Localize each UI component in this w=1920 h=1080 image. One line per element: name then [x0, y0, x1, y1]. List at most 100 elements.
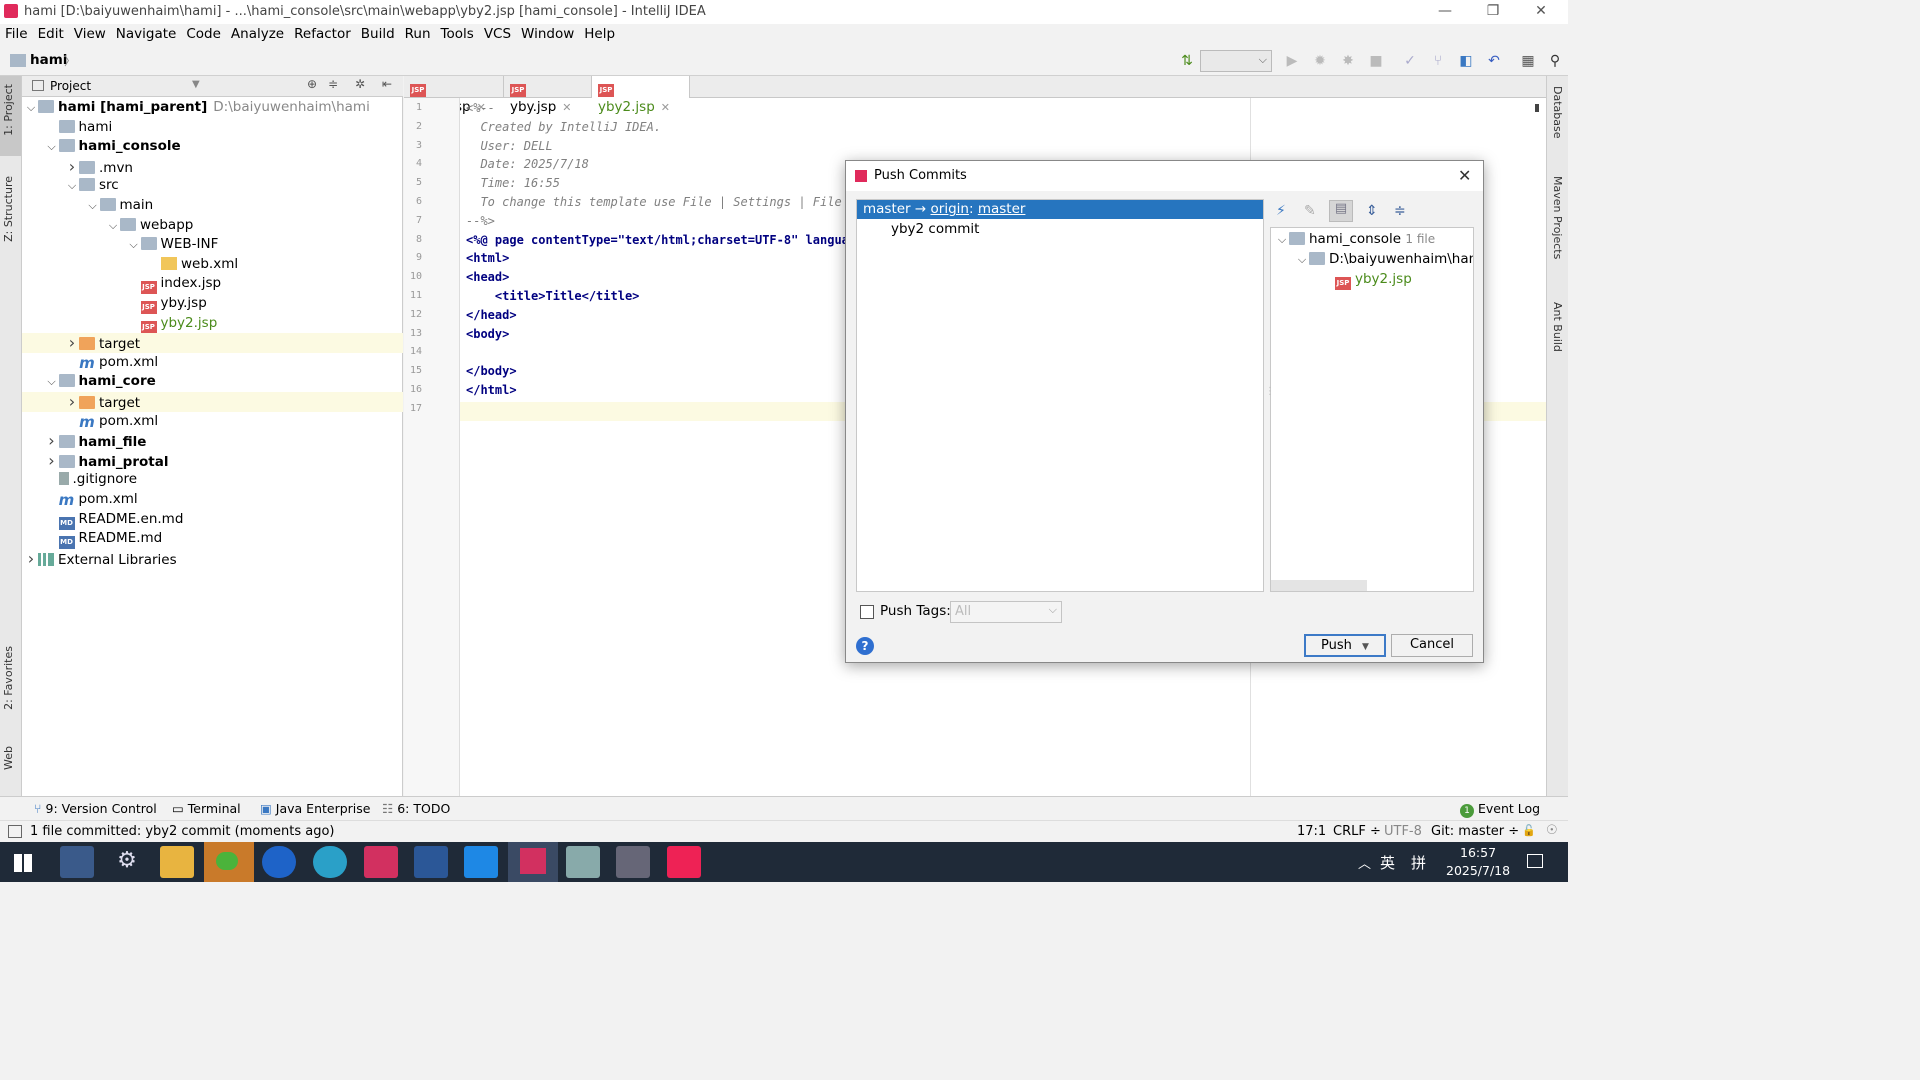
tree-node[interactable]: web.xml — [22, 255, 403, 275]
pin-icon[interactable]: ⚡ — [1276, 203, 1286, 219]
menu-window[interactable]: Window — [516, 24, 579, 42]
status-message[interactable]: 1 file committed: yby2 commit (moments a… — [30, 824, 334, 839]
version-control-tab[interactable]: ⑂ 9: Version Control — [34, 801, 157, 816]
file-row[interactable]: JSP yby2.jsp — [1335, 270, 1412, 290]
chevron-right-icon[interactable]: › — [65, 333, 79, 352]
app-icon[interactable] — [464, 846, 498, 878]
stop-icon[interactable]: ■ — [1367, 52, 1385, 70]
chevron-right-icon[interactable]: › — [45, 431, 59, 450]
maven-tool-tab[interactable]: Maven Projects — [1551, 176, 1564, 259]
status-panel-icon[interactable] — [8, 825, 22, 838]
remote-link[interactable]: origin — [931, 201, 969, 217]
minimize-button[interactable]: — — [1422, 0, 1468, 24]
tree-node[interactable]: MD README.en.md — [22, 510, 403, 530]
intellij-active-icon[interactable] — [508, 842, 558, 882]
project-tool-tab[interactable]: 1: Project — [2, 84, 15, 136]
cancel-button[interactable]: Cancel — [1391, 634, 1473, 657]
chevron-down-icon[interactable]: ⌵ — [65, 176, 79, 195]
favorites-tool-tab[interactable]: 2: Favorites — [2, 646, 15, 710]
tree-node[interactable]: hami — [22, 118, 403, 138]
java-enterprise-tab[interactable]: ▣ Java Enterprise — [260, 801, 370, 816]
search-icon[interactable]: ⚲ — [1546, 52, 1564, 70]
menu-tools[interactable]: Tools — [436, 24, 479, 42]
tab-index-jsp[interactable]: JSPindex.jsp✕ — [404, 76, 504, 115]
chevron-down-icon[interactable]: ⌵ — [127, 235, 141, 254]
breadcrumb[interactable]: hami — [30, 52, 67, 68]
clock-time[interactable]: 16:57 — [1460, 845, 1496, 860]
ant-build-tool-tab[interactable]: Ant Build — [1551, 302, 1564, 352]
tree-node[interactable]: ⌵ hami_console — [22, 137, 403, 157]
tree-node[interactable]: ⌵ src — [22, 176, 403, 196]
chevron-right-icon[interactable]: › — [45, 451, 59, 470]
gear-icon[interactable]: ✲ — [355, 77, 365, 91]
tree-node[interactable]: › target — [22, 392, 403, 412]
menu-build[interactable]: Build — [356, 24, 400, 42]
edit-source-icon[interactable]: ✎ — [1304, 203, 1316, 219]
browser-icon[interactable] — [262, 846, 296, 878]
tab-yby2-jsp[interactable]: JSPyby2.jsp ✕ — [592, 76, 690, 115]
todo-tab[interactable]: ☷ 6: TODO — [382, 801, 450, 816]
settings-gear-icon[interactable]: ⚙ — [110, 846, 144, 878]
tree-node[interactable]: › hami_file — [22, 431, 403, 451]
push-button[interactable]: Push ▼ — [1304, 634, 1386, 657]
ime-layout[interactable]: 拼 — [1411, 852, 1426, 873]
remote-branch-link[interactable]: master — [978, 201, 1026, 217]
tree-node[interactable]: m pom.xml — [22, 412, 403, 432]
run-icon[interactable]: ▶ — [1283, 52, 1301, 70]
tree-node[interactable]: › target — [22, 333, 403, 353]
tree-node[interactable]: › External Libraries — [22, 549, 403, 569]
chevron-down-icon[interactable]: ⌵ — [86, 196, 100, 215]
intellij-taskbar-icon[interactable] — [364, 846, 398, 878]
avatar-app-2-icon[interactable] — [616, 846, 650, 878]
commit-icon[interactable]: ✓ — [1401, 52, 1419, 70]
menu-analyze[interactable]: Analyze — [226, 24, 289, 42]
tree-node[interactable]: m pom.xml — [22, 490, 403, 510]
ime-indicator[interactable]: 英 — [1380, 852, 1395, 873]
chevron-down-icon[interactable]: ⌵ — [1295, 250, 1309, 269]
tree-node[interactable]: ⌵ WEB-INF — [22, 235, 403, 255]
collapse-all-icon[interactable]: ≑ — [1394, 203, 1406, 219]
close-window-button[interactable]: ✕ — [1518, 0, 1564, 24]
structure-tool-tab[interactable]: Z: Structure — [2, 176, 15, 242]
module-row[interactable]: ⌵ hami_console 1 file — [1275, 230, 1435, 249]
tree-node[interactable]: ⌵ webapp — [22, 216, 403, 236]
chevron-right-icon[interactable]: › — [65, 392, 79, 411]
chevron-down-icon[interactable]: ⌵ — [45, 137, 59, 156]
menu-run[interactable]: Run — [400, 24, 436, 42]
group-by-icon[interactable]: ▤ — [1329, 200, 1353, 222]
chevron-down-icon[interactable]: ⌵ — [24, 98, 38, 117]
project-view-selector[interactable]: Project — [50, 79, 91, 93]
database-tool-tab[interactable]: Database — [1551, 86, 1564, 139]
run-config-dropdown[interactable]: ⌵ — [1200, 50, 1272, 72]
clock-date[interactable]: 2025/7/18 — [1446, 863, 1510, 878]
commit-item[interactable]: yby2 commit — [891, 220, 979, 239]
menu-file[interactable]: File — [0, 24, 33, 42]
locate-icon[interactable]: ⊕ — [307, 77, 317, 91]
revert-icon[interactable]: ↶ — [1485, 52, 1503, 70]
avatar-app-icon[interactable] — [566, 846, 600, 878]
horizontal-scrollbar[interactable] — [1271, 580, 1367, 591]
tray-expand-icon[interactable]: ︿ — [1358, 853, 1371, 872]
chevron-down-icon[interactable]: ⌵ — [1275, 230, 1289, 249]
project-structure-icon[interactable]: ▦ — [1519, 52, 1537, 70]
tree-node[interactable]: ⌵ hami [hami_parent] D:\baiyuwenhaim\hami — [22, 98, 403, 118]
restore-button[interactable]: ❐ — [1470, 0, 1516, 24]
word-icon[interactable] — [414, 846, 448, 878]
computer-icon[interactable] — [60, 846, 94, 878]
chevron-down-icon[interactable]: ⌵ — [45, 372, 59, 391]
tree-node[interactable]: ⌵ main — [22, 196, 403, 216]
compare-icon[interactable]: ◧ — [1457, 52, 1475, 70]
tree-node[interactable]: › hami_protal — [22, 451, 403, 471]
web-tool-tab[interactable]: Web — [2, 746, 15, 770]
tree-node[interactable]: JSP yby2.jsp — [22, 314, 403, 334]
chevron-down-icon[interactable]: ⌵ — [106, 216, 120, 235]
path-row[interactable]: ⌵ D:\baiyuwenhaim\hami\ — [1295, 250, 1473, 269]
branches-icon[interactable]: ⑂ — [1429, 52, 1447, 70]
inspector-icon[interactable]: ☉ — [1546, 823, 1558, 838]
git-icon[interactable] — [667, 846, 701, 878]
menu-code[interactable]: Code — [181, 24, 226, 42]
close-icon[interactable]: ✕ — [1458, 161, 1471, 191]
push-tags-checkbox[interactable] — [860, 605, 874, 619]
expand-all-icon[interactable]: ⇕ — [1366, 203, 1378, 219]
menu-view[interactable]: View — [69, 24, 111, 42]
